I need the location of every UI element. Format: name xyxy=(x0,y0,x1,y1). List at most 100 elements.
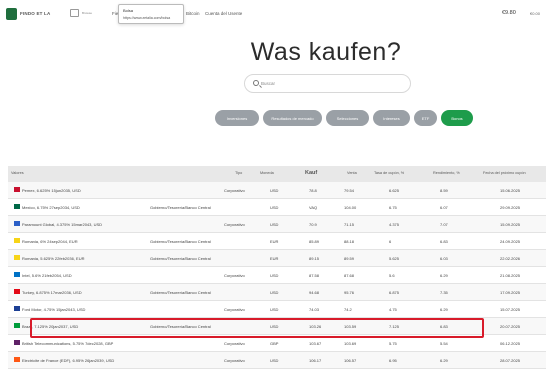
flag-icon xyxy=(14,255,20,260)
cell-next: 20.07.2025 xyxy=(500,324,521,329)
cell-currency: USD xyxy=(270,273,279,278)
header-currency[interactable]: Moneda xyxy=(260,171,274,175)
category-chips: Inversiones Resultados de mercado Selecc… xyxy=(215,110,473,126)
table-row[interactable]: Romania, 6% 24sep2044, EUR Gobierno/Tesor… xyxy=(8,233,546,250)
cell-next: 21.08.2025 xyxy=(500,273,521,278)
flag-icon xyxy=(14,323,20,328)
flag-icon xyxy=(14,221,20,226)
flag-icon xyxy=(14,357,20,362)
cell-issuer: Gobierno/Tesorería/Banco Central xyxy=(150,239,211,244)
cell-coupon: 6.625 xyxy=(389,188,400,193)
cell-type: Corporativo xyxy=(224,222,245,227)
header-coupon[interactable]: Tasa de cupón, % xyxy=(374,171,404,175)
chip-etf[interactable]: ETF xyxy=(414,110,437,126)
chip-selecciones[interactable]: Selecciones xyxy=(326,110,369,126)
cell-next: 28.07.2025 xyxy=(500,358,521,363)
cell-name[interactable]: Mexico, 6.75% 27sep2034, USD xyxy=(22,205,80,210)
cell-sell: 103.69 xyxy=(344,341,357,346)
table-row[interactable]: Mexico, 6.75% 27sep2034, USD Gobierno/Tes… xyxy=(8,199,546,216)
cell-currency: EUR xyxy=(270,239,279,244)
cell-name[interactable]: Romania, 6% 24sep2044, EUR xyxy=(22,239,78,244)
cell-currency: USD xyxy=(270,188,279,193)
cell-next: 22.02.2026 xyxy=(500,256,521,261)
cell-issuer: Gobierno/Tesorería/Banco Central xyxy=(150,290,211,295)
balance-value: €9.80 xyxy=(502,10,516,16)
chip-intereses[interactable]: Intereses xyxy=(373,110,410,126)
cell-name[interactable]: Paramount Global, 4.375% 15mar2043, USD xyxy=(22,222,102,227)
cell-coupon: 4.375 xyxy=(389,222,400,227)
search-input[interactable]: Buscar xyxy=(244,74,411,93)
cell-buy: 106.17 xyxy=(309,358,322,363)
brand-logo[interactable] xyxy=(6,8,17,20)
header-sell[interactable]: Venta xyxy=(347,171,357,175)
header-yield[interactable]: Rendimiento, % xyxy=(433,171,460,175)
cell-name[interactable]: Brazil, 7.125% 20jan2037, USD xyxy=(22,324,78,329)
cell-type: Corporativo xyxy=(224,188,245,193)
cell-name[interactable]: Intel, 5.6% 21feb2054, USD xyxy=(22,273,72,278)
cell-next: 29.09.2025 xyxy=(500,205,521,210)
cell-name[interactable]: Electricite de France (EDF), 6.95% 26jan… xyxy=(22,358,114,363)
cell-yield: 6.83 xyxy=(440,324,448,329)
table-row[interactable]: British Telecommunications, 5.75% 7dec20… xyxy=(8,335,546,352)
table-row[interactable]: Pemex, 6.625% 15jun2035, USD Corporativo U… xyxy=(8,182,546,199)
link-tooltip: Bolsa https://www.zetalia.com/bolsa xyxy=(118,4,184,24)
chip-bonos[interactable]: Bonos xyxy=(441,110,473,126)
cell-name[interactable]: Romania, 5.625% 22feb2036, EUR xyxy=(22,256,84,261)
cell-issuer: Gobierno/Tesorería/Banco Central xyxy=(150,324,211,329)
cell-yield: 6.03 xyxy=(440,256,448,261)
cell-buy: 89.15 xyxy=(309,256,320,261)
header-type[interactable]: Tipo xyxy=(235,171,242,175)
table-row[interactable]: Intel, 5.6% 21feb2054, USD Corporativo USD… xyxy=(8,267,546,284)
cell-type: Corporativo xyxy=(224,273,245,278)
cell-currency: USD xyxy=(270,222,279,227)
table-row[interactable]: Turkey, 6.875% 17mar2036, USD Gobierno/Te… xyxy=(8,284,546,301)
table-row[interactable]: Brazil, 7.125% 20jan2037, USD Gobierno/Te… xyxy=(8,318,546,335)
cell-buy: 87.58 xyxy=(309,273,320,278)
cell-name[interactable]: Turkey, 6.875% 17mar2036, USD xyxy=(22,290,82,295)
cell-type: Corporativo xyxy=(224,358,245,363)
search-placeholder: Buscar xyxy=(261,81,276,86)
nav-browse[interactable]: Browse xyxy=(82,11,92,15)
cell-currency: USD xyxy=(270,290,279,295)
header-buy[interactable]: Kauf xyxy=(305,170,317,176)
cell-sell: 88.18 xyxy=(344,239,355,244)
cell-buy: 70.9 xyxy=(309,222,317,227)
table-row[interactable]: Paramount Global, 4.375% 15mar2043, USD C… xyxy=(8,216,546,233)
cell-currency: USD xyxy=(270,324,279,329)
chip-resultados[interactable]: Resultados de mercado xyxy=(263,110,322,126)
balance-sub-value: €0.00 xyxy=(530,11,541,16)
flag-icon xyxy=(14,204,20,209)
cell-coupon: 5.6 xyxy=(389,273,395,278)
cell-coupon: 6.95 xyxy=(389,358,397,363)
cell-next: 24.09.2025 xyxy=(500,239,521,244)
page-title: Was kaufen? xyxy=(250,38,402,66)
table-header: Valores Tipo Moneda Kauf Venta Tasa de c… xyxy=(8,166,546,182)
flag-icon xyxy=(14,272,20,277)
table-body: Pemex, 6.625% 15jun2035, USD Corporativo U… xyxy=(8,182,546,369)
table-row[interactable]: Romania, 5.625% 22feb2036, EUR Gobierno/T… xyxy=(8,250,546,267)
cell-issuer: Gobierno/Tesorería/Banco Central xyxy=(150,256,211,261)
cell-name[interactable]: Pemex, 6.625% 15jun2035, USD xyxy=(22,188,81,193)
table-row[interactable]: Ford Motor, 4.75% 15jan2043, USD Corporat… xyxy=(8,301,546,318)
cell-currency: GBP xyxy=(270,341,279,346)
cell-name[interactable]: British Telecommunications, 5.75% 7dec20… xyxy=(22,341,113,346)
nav-item-account[interactable]: Cuenta del Usente xyxy=(205,11,242,16)
cell-name[interactable]: Ford Motor, 4.75% 15jan2043, USD xyxy=(22,307,85,312)
cell-sell: 106.57 xyxy=(344,358,357,363)
cell-currency: USD xyxy=(270,307,279,312)
cell-next: 15.09.2025 xyxy=(500,222,521,227)
cell-buy: 103.26 xyxy=(309,324,322,329)
chip-inversiones[interactable]: Inversiones xyxy=(215,110,259,126)
browse-icon[interactable] xyxy=(70,9,79,17)
nav-item-bitcoin[interactable]: Bitcoin xyxy=(186,11,200,16)
header-name[interactable]: Valores xyxy=(11,171,24,175)
cell-yield: 6.29 xyxy=(440,358,448,363)
table-row[interactable]: Electricite de France (EDF), 6.95% 26jan… xyxy=(8,352,546,369)
cell-coupon: 4.75 xyxy=(389,307,397,312)
cell-yield: 6.29 xyxy=(440,273,448,278)
cell-sell: 104.00 xyxy=(344,205,357,210)
cell-type: Corporativo xyxy=(224,307,245,312)
header-next-coupon[interactable]: Fecha del próximo cupón xyxy=(483,171,526,175)
cell-type: Corporativo xyxy=(224,341,245,346)
cell-buy: 78.8 xyxy=(309,188,317,193)
